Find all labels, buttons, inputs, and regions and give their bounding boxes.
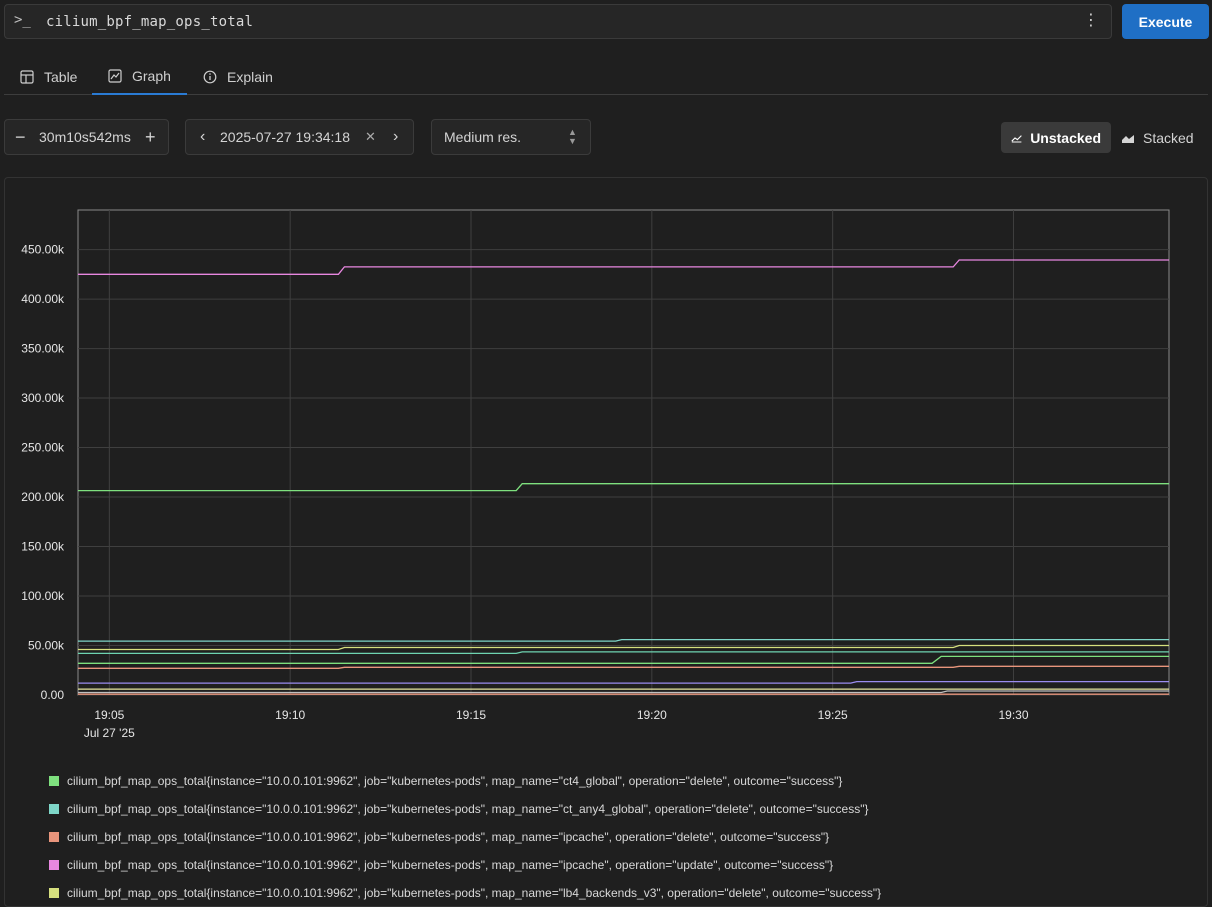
x-tick-label: 19:25: [818, 708, 848, 722]
y-tick-label: 50.00k: [28, 639, 65, 653]
legend-label: cilium_bpf_map_ops_total{instance="10.0.…: [67, 774, 843, 788]
tab-table[interactable]: Table: [20, 58, 77, 95]
select-arrows-icon: ▲ ▼: [568, 127, 577, 146]
legend-item[interactable]: cilium_bpf_map_ops_total{instance="10.0.…: [49, 823, 881, 851]
time-series-chart[interactable]: 0.00 50.00k 100.00k 150.00k 200.00k 250.00k 30…: [5, 178, 1207, 763]
chart-legend: cilium_bpf_map_ops_total{instance="10.0.…: [49, 767, 881, 907]
legend-swatch: [49, 804, 59, 814]
y-tick-label: 250.00k: [21, 441, 65, 455]
x-tick-label: 19:10: [275, 708, 305, 722]
query-text[interactable]: cilium_bpf_map_ops_total: [46, 14, 253, 30]
area-chart-icon: [1122, 134, 1134, 143]
legend-item[interactable]: cilium_bpf_map_ops_total{instance="10.0.…: [49, 879, 881, 907]
x-tick-label: 19:05: [94, 708, 124, 722]
legend-item[interactable]: cilium_bpf_map_ops_total{instance="10.0.…: [49, 851, 881, 879]
chevron-left-icon[interactable]: ‹: [200, 120, 205, 154]
resolution-select[interactable]: Medium res. ▲ ▼: [431, 119, 591, 155]
unstacked-label: Unstacked: [1030, 129, 1101, 146]
y-tick-label: 350.00k: [21, 342, 65, 356]
unstacked-button[interactable]: Unstacked: [1001, 122, 1111, 153]
x-tick-label: 19:20: [637, 708, 667, 722]
query-input[interactable]: >_ cilium_bpf_map_ops_total ⋮: [4, 4, 1112, 39]
x-tick-label: 19:15: [456, 708, 486, 722]
tab-label-graph: Graph: [132, 67, 171, 84]
increase-range-button[interactable]: +: [145, 120, 156, 154]
legend-swatch: [49, 860, 59, 870]
chevron-right-icon[interactable]: ›: [393, 120, 398, 154]
legend-label: cilium_bpf_map_ops_total{instance="10.0.…: [67, 858, 834, 872]
decrease-range-button[interactable]: −: [15, 120, 26, 154]
resolution-value: Medium res.: [444, 129, 522, 145]
legend-label: cilium_bpf_map_ops_total{instance="10.0.…: [67, 830, 830, 844]
legend-label: cilium_bpf_map_ops_total{instance="10.0.…: [67, 886, 882, 900]
y-tick-label: 200.00k: [21, 490, 65, 504]
y-tick-label: 0.00: [41, 688, 65, 702]
stacked-button[interactable]: Stacked: [1111, 122, 1211, 153]
chart-panel: 0.00 50.00k 100.00k 150.00k 200.00k 250.00k 30…: [4, 177, 1208, 907]
stacked-label: Stacked: [1143, 129, 1194, 146]
table-icon: [20, 69, 34, 84]
y-tick-label: 400.00k: [21, 292, 65, 306]
x-date-label: Jul 27 '25: [84, 726, 135, 740]
tab-graph[interactable]: Graph: [92, 58, 187, 95]
line-chart-icon: [1011, 134, 1022, 142]
legend-label: cilium_bpf_map_ops_total{instance="10.0.…: [67, 802, 869, 816]
view-tabs: Table Graph Explain: [4, 58, 1208, 95]
terminal-prompt-icon: >_: [14, 12, 31, 28]
legend-item[interactable]: cilium_bpf_map_ops_total{instance="10.0.…: [49, 767, 881, 795]
x-tick-label: 19:30: [998, 708, 1028, 722]
end-time-control: ‹ 2025-07-27 19:34:18 ✕ ›: [185, 119, 414, 155]
legend-swatch: [49, 776, 59, 786]
execute-button[interactable]: Execute: [1122, 4, 1209, 39]
y-tick-label: 100.00k: [21, 589, 65, 603]
info-icon: [203, 70, 217, 83]
legend-item[interactable]: cilium_bpf_map_ops_total{instance="10.0.…: [49, 795, 881, 823]
tab-label-explain: Explain: [227, 68, 273, 85]
query-bar: >_ cilium_bpf_map_ops_total ⋮ Execute: [4, 4, 1209, 40]
plot-area: [77, 209, 1170, 696]
tab-explain[interactable]: Explain: [203, 58, 273, 95]
tab-label-table: Table: [44, 68, 78, 85]
range-control: − 30m10s542ms +: [4, 119, 169, 155]
end-time-input[interactable]: 2025-07-27 19:34:18: [220, 120, 350, 154]
y-tick-label: 300.00k: [21, 391, 65, 405]
kebab-menu-icon[interactable]: ⋮: [1083, 12, 1099, 30]
y-tick-label: 450.00k: [21, 243, 65, 257]
y-tick-label: 150.00k: [21, 540, 65, 554]
range-input[interactable]: 30m10s542ms: [39, 120, 131, 154]
legend-swatch: [49, 888, 59, 898]
legend-swatch: [49, 832, 59, 842]
clear-time-icon[interactable]: ✕: [365, 120, 376, 154]
graph-icon: [108, 68, 122, 83]
